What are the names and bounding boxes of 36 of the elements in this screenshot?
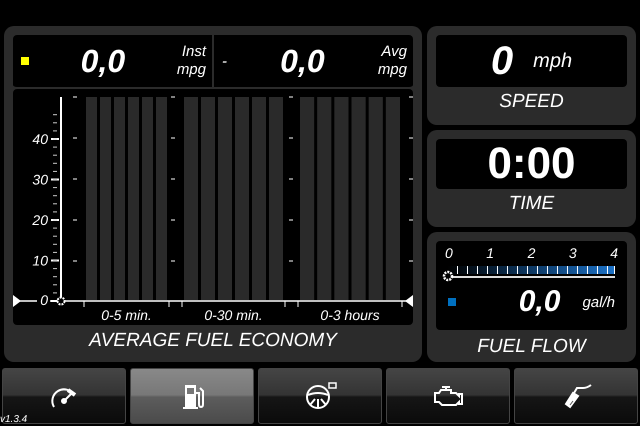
panel-title: SPEED (498, 90, 565, 114)
panel-title: AVERAGE FUEL ECONOMY (87, 329, 339, 353)
nav-button[interactable] (386, 368, 510, 424)
y-tick-label: 10 (32, 252, 48, 268)
nav-button[interactable] (2, 368, 126, 424)
unit-label: mpg (378, 61, 407, 79)
scale-label: 2 (528, 245, 536, 261)
x-category-label: 0-5 min. (101, 307, 152, 323)
unit-label: Inst (182, 43, 206, 61)
y-tick-label: 0 (40, 292, 48, 308)
fuel-flow-value: 0,0 (518, 285, 560, 319)
unit-label: Avg (381, 43, 407, 61)
panel-title: TIME (508, 192, 556, 216)
nav-button[interactable] (130, 368, 254, 424)
instant-mpg-value: 0,0 (80, 42, 126, 80)
separator-mark: - (222, 52, 227, 70)
y-tick-label: 20 (32, 212, 48, 228)
y-tick-label: 40 (32, 131, 48, 147)
nav-button[interactable] (258, 368, 382, 424)
version-label: v1.3.4 (0, 414, 28, 425)
scale-label: 1 (486, 245, 494, 261)
fuel-flow-unit: gal/h (582, 294, 615, 310)
scale-label: 4 (610, 245, 618, 261)
scale-label: 0 (445, 245, 453, 261)
average-mpg-value: 0,0 (279, 42, 326, 80)
speed-value: 0 (490, 38, 514, 84)
speed-unit: mph (533, 50, 572, 72)
y-tick-label: 30 (32, 172, 48, 188)
x-category-label: 0-3 hours (320, 307, 380, 323)
x-category-label: 0-30 min. (204, 307, 263, 323)
unit-label: mpg (176, 61, 206, 79)
time-value: 0:00 (487, 139, 576, 189)
panel-title: FUEL FLOW (476, 335, 588, 359)
nav-button[interactable] (514, 368, 638, 424)
scale-label: 3 (568, 245, 577, 261)
gear-icon (56, 296, 66, 306)
